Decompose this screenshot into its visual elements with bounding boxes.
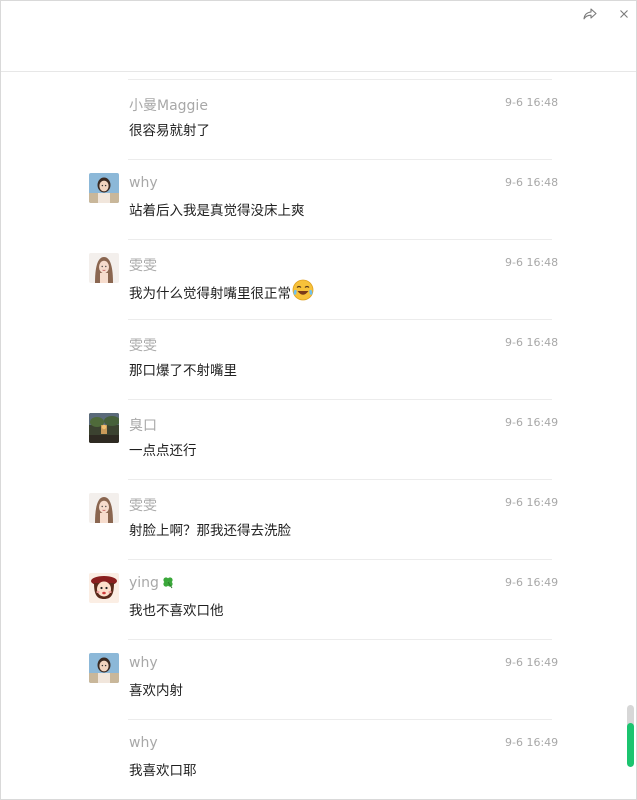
avatar[interactable]: [89, 493, 119, 523]
divider: [128, 719, 552, 720]
message-item[interactable]: 臭口 9-6 16:49 一点点还行: [1, 399, 636, 479]
sender-name: 雯雯: [129, 258, 157, 274]
message-time: 9-6 16:48: [505, 256, 559, 269]
message-time: 9-6 16:49: [505, 496, 559, 509]
title-bar: [1, 1, 636, 72]
message-time: 9-6 16:49: [505, 656, 559, 669]
message-text: 射脸上啊？那我还得去洗脸: [129, 523, 291, 539]
scrollbar-thumb[interactable]: [627, 723, 634, 767]
message-item[interactable]: 雯雯 9-6 16:48 我为什么觉得射嘴里很正常: [1, 239, 636, 319]
message-text: 站着后入我是真觉得没床上爽: [129, 203, 305, 219]
share-button[interactable]: [579, 5, 601, 23]
message-item[interactable]: ying 9-6 16:49 我也不喜欢口他: [1, 559, 636, 639]
message-time: 9-6 16:49: [505, 736, 559, 749]
message-time: 9-6 16:48: [505, 176, 559, 189]
message-text: 喜欢内射: [129, 683, 183, 699]
chat-history-window: 小曼Maggie 9-6 16:48 很容易就射了 why 9-6 16:48: [0, 0, 637, 800]
sender-name: why: [129, 655, 158, 671]
message-text: 那口爆了不射嘴里: [129, 363, 237, 379]
sender-name: why: [129, 175, 158, 191]
message-item[interactable]: 雯雯 9-6 16:49 射脸上啊？那我还得去洗脸: [1, 479, 636, 559]
message-item[interactable]: 雯雯 9-6 16:48 那口爆了不射嘴里: [1, 319, 636, 399]
scrollbar[interactable]: [627, 705, 634, 767]
sender-name: 臭口: [129, 418, 157, 434]
message-item[interactable]: why 9-6 16:49 喜欢内射: [1, 639, 636, 719]
divider: [128, 79, 552, 80]
divider: [128, 559, 552, 560]
sender-name: 小曼Maggie: [129, 98, 208, 114]
close-icon: [620, 10, 628, 18]
sender-name: ying: [129, 575, 175, 593]
message-item[interactable]: 小曼Maggie 9-6 16:48 很容易就射了: [1, 79, 636, 159]
avatar[interactable]: [89, 413, 119, 443]
divider: [128, 479, 552, 480]
message-time: 9-6 16:49: [505, 416, 559, 429]
avatar[interactable]: [89, 653, 119, 683]
sender-name: why: [129, 735, 158, 751]
divider: [128, 399, 552, 400]
share-arrow-icon: [583, 8, 597, 20]
divider: [128, 319, 552, 320]
divider: [128, 639, 552, 640]
sender-name: 雯雯: [129, 498, 157, 514]
close-button[interactable]: [613, 5, 635, 23]
message-text: 我为什么觉得射嘴里很正常: [129, 279, 314, 305]
message-text: 我喜欢口耶: [129, 763, 197, 779]
message-time: 9-6 16:49: [505, 576, 559, 589]
message-text: 一点点还行: [129, 443, 197, 459]
avatar[interactable]: [89, 173, 119, 203]
message-list[interactable]: 小曼Maggie 9-6 16:48 很容易就射了 why 9-6 16:48: [1, 72, 636, 799]
message-item[interactable]: why 9-6 16:48 站着后入我是真觉得没床上爽: [1, 159, 636, 239]
message-time: 9-6 16:48: [505, 336, 559, 349]
divider: [128, 239, 552, 240]
four-leaf-clover-icon: [161, 575, 175, 593]
divider: [128, 159, 552, 160]
message-time: 9-6 16:48: [505, 96, 559, 109]
message-text: 很容易就射了: [129, 123, 210, 139]
message-text: 我也不喜欢口他: [129, 603, 224, 619]
avatar[interactable]: [89, 573, 119, 603]
sender-name: 雯雯: [129, 338, 157, 354]
message-item[interactable]: why 9-6 16:49 我喜欢口耶: [1, 719, 636, 799]
avatar[interactable]: [89, 253, 119, 283]
laughing-crying-emoji-icon: [292, 279, 314, 305]
